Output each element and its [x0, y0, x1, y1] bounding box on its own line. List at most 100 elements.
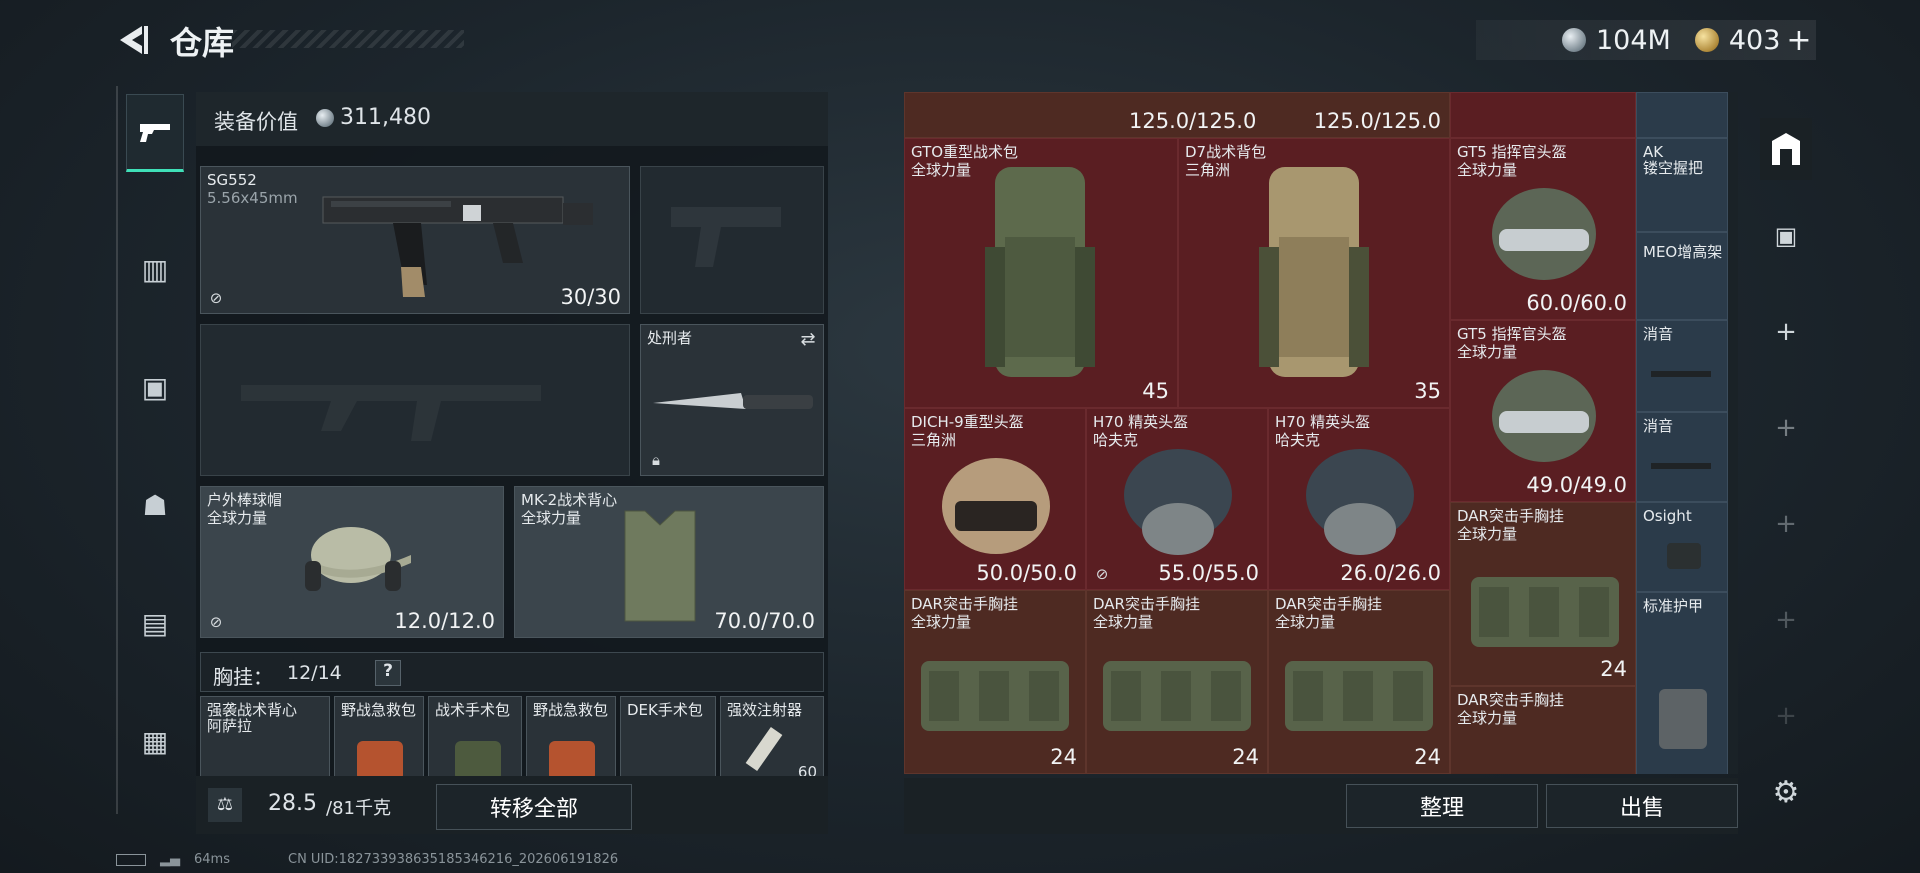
swap-icon[interactable]: ⇄ — [799, 331, 817, 349]
nav-helmet[interactable]: ☗ — [126, 476, 184, 534]
chest-item[interactable]: 强袭战术背心 阿萨拉 — [200, 696, 330, 778]
chest-item[interactable]: 野战急救包 — [334, 696, 424, 778]
item-sub: 全球力量 — [911, 161, 972, 179]
tab-storage[interactable] — [1760, 118, 1812, 180]
helmet-name: 户外棒球帽 — [207, 491, 283, 509]
storage-item[interactable]: D7战术背包 三角洲 35 — [1178, 138, 1450, 408]
storage-item[interactable]: DAR突击手胸挂 全球力量 24 — [1268, 590, 1450, 774]
backpack-icon — [1259, 167, 1369, 377]
title-decoration — [232, 30, 464, 48]
storage-item-small[interactable]: 消音 — [1636, 320, 1728, 412]
chest-label: 胸挂： — [213, 665, 273, 689]
item-name: 标准护甲 — [1643, 597, 1704, 615]
tab-add[interactable]: + — [1760, 402, 1812, 454]
storage-item[interactable]: DAR突击手胸挂 全球力量 24 — [1450, 502, 1636, 686]
lock-icon: 🔒︎ — [652, 451, 660, 469]
storage-item-small[interactable]: 标准护甲 — [1636, 592, 1728, 774]
storage-item-small[interactable]: 消音 — [1636, 412, 1728, 502]
sort-button[interactable]: 整理 — [1346, 784, 1538, 828]
primary2-slot[interactable] — [200, 324, 630, 476]
backpack-icon — [985, 167, 1095, 377]
gold-amount: 403 — [1728, 24, 1781, 56]
item-value: 24 — [1600, 657, 1627, 681]
chest-item-name: 野战急救包 — [533, 701, 609, 719]
storage-item-top[interactable]: 125.0/125.0 125.0/125.0 — [904, 92, 1450, 138]
item-durability: 125.0/125.0 — [1313, 109, 1441, 133]
helmet-slot[interactable]: 户外棒球帽 全球力量 ⊘ 12.0/12.0 — [200, 486, 504, 638]
helmet-icon — [1306, 449, 1414, 555]
tab-add[interactable]: + — [1760, 498, 1812, 550]
helmet-icon — [1492, 370, 1596, 462]
nav-case[interactable]: ▦ — [126, 712, 184, 770]
transfer-all-button[interactable]: 转移全部 — [436, 784, 632, 830]
add-currency-button[interactable]: + — [1786, 23, 1811, 58]
chest-item[interactable]: 强效注射器 60 — [720, 696, 824, 778]
knife-icon — [653, 393, 813, 409]
primary-ammo: 30/30 — [560, 285, 621, 309]
storage-item-small[interactable]: MEO增高架 — [1636, 232, 1728, 320]
item-sub: 全球力量 — [911, 613, 972, 631]
storage-item-top[interactable] — [1636, 92, 1728, 138]
plus-icon: + — [1775, 509, 1797, 539]
item-name: GT5 指挥官头盔 — [1457, 325, 1567, 343]
storage-item[interactable]: DICH-9重型头盔 三角洲 50.0/50.0 — [904, 408, 1086, 590]
item-durability: 60.0/60.0 — [1526, 291, 1627, 315]
plus-icon: + — [1775, 317, 1797, 347]
storage-item-small[interactable]: AK 镂空握把 — [1636, 138, 1728, 232]
briefcase-icon: ▦ — [141, 724, 169, 758]
item-value: 24 — [1232, 745, 1259, 769]
chest-item[interactable]: 野战急救包 — [526, 696, 616, 778]
primary-caliber: 5.56x45mm — [207, 189, 298, 207]
nav-rig[interactable]: ▤ — [126, 594, 184, 652]
item-sub: 全球力量 — [1457, 709, 1518, 727]
chest-rig-icon — [1285, 661, 1433, 731]
storage-tabs: ▣ + + + + + ⚙ — [1760, 90, 1812, 810]
storage-item-top[interactable] — [1450, 92, 1636, 138]
tab-add[interactable]: + — [1760, 594, 1812, 646]
item-sub: 三角洲 — [911, 431, 957, 449]
melee-slot[interactable]: 处刑者 ⇄ 🔒︎ — [640, 324, 824, 476]
equip-value-bar: 装备价值 311,480 — [196, 92, 828, 146]
storage-item[interactable]: H70 精英头盔 哈夫克 26.0/26.0 — [1268, 408, 1450, 590]
item-name: DAR突击手胸挂 — [911, 595, 1018, 613]
item-sub: 全球力量 — [1275, 613, 1336, 631]
pistol-silhouette-icon — [671, 207, 781, 267]
pistol-icon — [140, 124, 170, 142]
storage-item[interactable]: GTO重型战术包 全球力量 45 — [904, 138, 1178, 408]
storage-item[interactable]: ⊘ H70 精英头盔 哈夫克 55.0/55.0 — [1086, 408, 1268, 590]
item-sub: 全球力量 — [1457, 161, 1518, 179]
tab-secure[interactable]: ▣ — [1760, 210, 1812, 262]
storage-item[interactable]: DAR突击手胸挂 全球力量 24 — [1086, 590, 1268, 774]
storage-item[interactable]: DAR突击手胸挂 全球力量 24 — [904, 590, 1086, 774]
tab-add[interactable]: + — [1760, 306, 1812, 358]
chest-item-name: 野战急救包 — [341, 701, 417, 719]
chest-item-name: 战术手术包 — [435, 701, 511, 719]
secondary-slot[interactable] — [640, 166, 824, 314]
armor-sub: 全球力量 — [521, 509, 582, 527]
signal-icon: ▂▄ — [160, 852, 180, 867]
chest-item[interactable]: 战术手术包 — [428, 696, 522, 778]
uid: CN UID:18273393863518534621​6_2026061918… — [288, 852, 619, 867]
item-durability: 50.0/50.0 — [976, 561, 1077, 585]
item-sub: 三角洲 — [1185, 161, 1231, 179]
chest-count: 12/14 — [287, 662, 342, 684]
sell-button[interactable]: 出售 — [1546, 784, 1738, 828]
chest-item[interactable]: DEK手术包 — [620, 696, 716, 778]
item-name: DAR突击手胸挂 — [1457, 507, 1564, 525]
nav-armor[interactable]: ▥ — [126, 240, 184, 298]
nav-weapons[interactable] — [126, 94, 184, 172]
settings-button[interactable]: ⚙ — [1760, 766, 1812, 818]
storage-item[interactable]: GT5 指挥官头盔 全球力量 60.0/60.0 — [1450, 138, 1636, 320]
tab-add[interactable]: + — [1760, 690, 1812, 742]
storage-item[interactable]: GT5 指挥官头盔 全球力量 49.0/49.0 — [1450, 320, 1636, 502]
item-name: DICH-9重型头盔 — [911, 413, 1024, 431]
back-button[interactable] — [112, 20, 152, 60]
capacity-max: /81千克 — [326, 798, 391, 819]
storage-item[interactable]: DAR突击手胸挂 全球力量 — [1450, 686, 1636, 774]
storage-item-small[interactable]: Osight — [1636, 502, 1728, 592]
help-button[interactable]: ? — [375, 660, 401, 686]
armor-slot[interactable]: MK-2战术背心 全球力量 70.0/70.0 — [514, 486, 824, 638]
item-name: DAR突击手胸挂 — [1275, 595, 1382, 613]
primary-weapon-slot[interactable]: SG552 5.56x45mm ⊘ 30/30 — [200, 166, 630, 314]
nav-backpack[interactable]: ▣ — [126, 358, 184, 416]
